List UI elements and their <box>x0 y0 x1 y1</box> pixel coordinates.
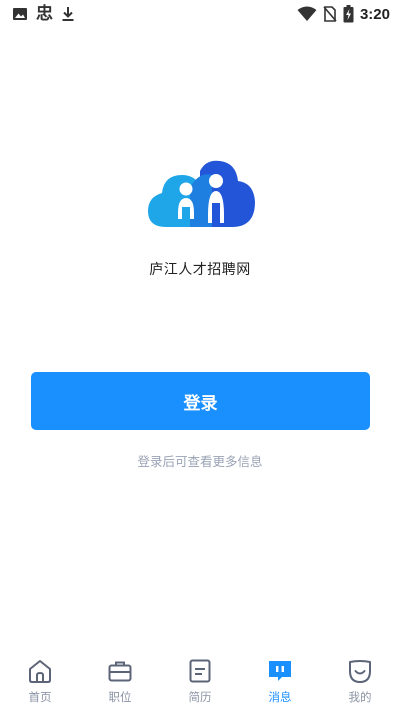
battery-charging-icon <box>343 5 354 23</box>
chinese-char-notification-icon: 忠 <box>36 4 53 24</box>
home-icon <box>29 660 51 683</box>
nav-label-profile: 我的 <box>348 690 372 704</box>
message-icon <box>269 661 291 681</box>
profile-icon <box>349 660 371 683</box>
nav-label-resume: 简历 <box>188 690 212 704</box>
no-sim-icon <box>323 6 337 22</box>
nav-item-jobs[interactable]: 职位 <box>85 650 155 705</box>
login-button[interactable]: 登录 <box>31 372 370 430</box>
bottom-nav: 首页 职位 简历 消息 我的 <box>0 650 400 711</box>
status-time: 3:20 <box>359 5 390 23</box>
people-cloud-logo <box>148 160 255 227</box>
briefcase-icon <box>108 661 132 682</box>
nav-item-messages[interactable]: 消息 <box>245 650 315 705</box>
login-screen: 忠 3:20 庐江人才招聘网 登录 登录后可查看更多信息 首页 职位 简历 消息… <box>0 0 400 711</box>
wifi-icon <box>297 6 317 21</box>
nav-label-messages: 消息 <box>268 690 292 704</box>
nav-item-home[interactable]: 首页 <box>5 650 75 705</box>
login-hint: 登录后可查看更多信息 <box>137 454 263 469</box>
nav-item-resume[interactable]: 简历 <box>165 650 235 705</box>
image-icon <box>13 8 27 20</box>
nav-item-profile[interactable]: 我的 <box>325 650 395 705</box>
status-bar: 忠 3:20 <box>0 0 400 28</box>
app-name: 庐江人才招聘网 <box>149 262 251 278</box>
nav-label-home: 首页 <box>28 690 52 704</box>
nav-label-jobs: 职位 <box>108 690 132 704</box>
download-icon <box>62 7 74 21</box>
resume-icon <box>189 659 211 683</box>
